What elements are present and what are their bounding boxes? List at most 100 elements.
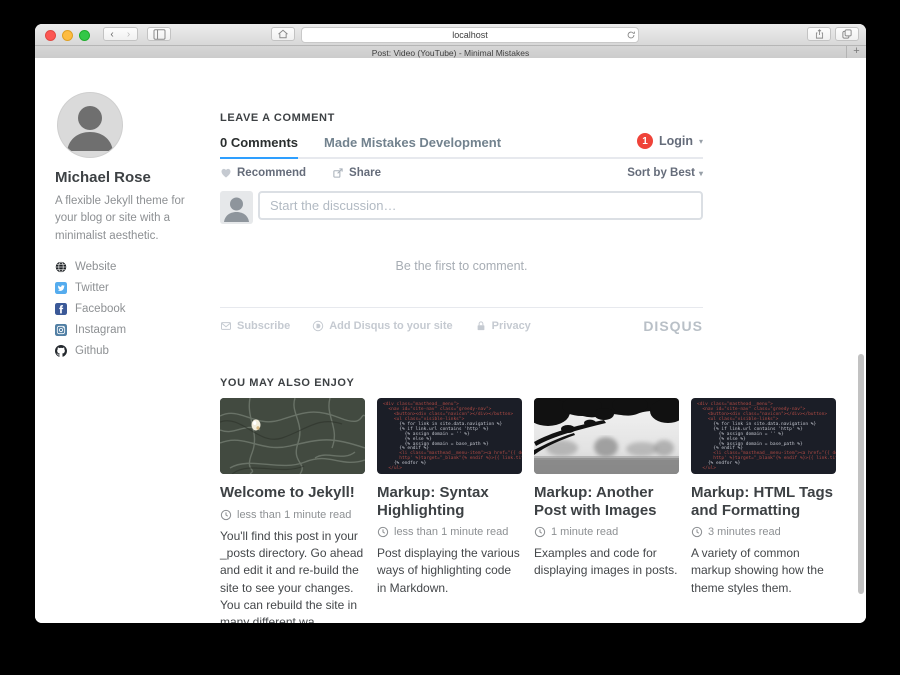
chevron-down-icon: ▾ — [699, 169, 703, 178]
main-column: LEAVE A COMMENT 0 Comments Made Mistakes… — [220, 103, 838, 332]
subscribe-label: Subscribe — [237, 320, 290, 332]
clock-icon — [377, 526, 389, 538]
sidebar-link-label: Website — [75, 261, 116, 273]
page-content: Michael Rose A flexible Jekyll theme for… — [35, 58, 866, 623]
notification-badge: 1 — [637, 133, 653, 149]
active-tab-title[interactable]: Post: Video (YouTube) - Minimal Mistakes — [372, 48, 529, 58]
share-arrow-icon — [332, 167, 344, 179]
url-text[interactable]: localhost — [316, 30, 624, 40]
sidebar-link-facebook[interactable]: Facebook — [55, 303, 207, 315]
sidebar-link-website[interactable]: Website — [55, 261, 207, 273]
back-button[interactable]: ‹ — [103, 27, 121, 41]
post-title[interactable]: Markup: Syntax Highlighting — [377, 484, 522, 519]
post-thumbnail-cells[interactable] — [220, 398, 365, 474]
forward-button[interactable]: › — [120, 27, 138, 41]
author-avatar — [58, 93, 122, 157]
share-comments-button[interactable]: Share — [332, 167, 381, 179]
sidebar-link-label: Twitter — [75, 282, 109, 294]
read-time: less than 1 minute read — [237, 509, 351, 521]
github-icon — [55, 345, 67, 357]
read-time: less than 1 minute read — [394, 526, 508, 538]
envelope-icon — [220, 320, 232, 332]
post-excerpt: Examples and code for displaying images … — [534, 545, 679, 580]
disqus-logo[interactable]: DISQUS — [643, 318, 703, 334]
disqus-tab-row: 0 Comments Made Mistakes Development 1 L… — [220, 135, 703, 159]
post-title[interactable]: Markup: HTML Tags and Formatting — [691, 484, 836, 519]
sidebar-link-label: Instagram — [75, 324, 126, 336]
post-meta: less than 1 minute read — [377, 526, 522, 538]
privacy-label: Privacy — [492, 320, 531, 332]
tab-overview-button[interactable] — [835, 27, 859, 41]
sidebar-link-label: Facebook — [75, 303, 126, 315]
minimize-window-button[interactable] — [62, 30, 73, 41]
facebook-icon — [55, 303, 67, 315]
login-label: Login — [659, 134, 693, 148]
add-disqus-label: Add Disqus to your site — [329, 320, 452, 332]
post-title[interactable]: Welcome to Jekyll! — [220, 484, 365, 501]
home-button[interactable] — [271, 27, 295, 41]
browser-window: ‹ › localhost Post: — [35, 24, 866, 623]
share-icon — [814, 28, 825, 40]
related-heading: YOU MAY ALSO ENJOY — [220, 377, 838, 389]
disqus-mark-icon — [312, 320, 324, 332]
share-button[interactable] — [807, 27, 831, 41]
desktop: ‹ › localhost Post: — [0, 0, 900, 675]
vertical-scrollbar[interactable] — [858, 354, 864, 594]
login-control[interactable]: 1 Login ▾ — [637, 133, 703, 149]
disqus-embed: 0 Comments Made Mistakes Development 1 L… — [220, 135, 703, 332]
clock-icon — [691, 526, 703, 538]
channel-tab[interactable]: Made Mistakes Development — [324, 135, 501, 159]
read-time: 3 minutes read — [708, 526, 781, 538]
post-thumbnail-code[interactable]: <div class="masthead__menu"> <nav id="si… — [377, 398, 522, 474]
sidebar-link-github[interactable]: Github — [55, 345, 207, 357]
post-excerpt: A variety of common markup showing how t… — [691, 545, 836, 597]
post-excerpt: You'll find this post in your _posts dir… — [220, 528, 365, 624]
clock-icon — [534, 526, 546, 538]
post-meta: 1 minute read — [534, 526, 679, 538]
related-card: <div class="masthead__menu"> <nav id="si… — [377, 398, 522, 623]
sort-selector[interactable]: Sort by Best ▾ — [627, 167, 703, 179]
green-cells-image — [220, 398, 365, 474]
post-thumbnail-code[interactable]: <div class="masthead__menu"> <nav id="si… — [691, 398, 836, 474]
related-grid: Welcome to Jekyll! less than 1 minute re… — [220, 398, 838, 623]
author-name: Michael Rose — [55, 169, 207, 186]
privacy-link[interactable]: Privacy — [475, 320, 531, 332]
globe-icon — [55, 261, 67, 273]
share-label: Share — [349, 167, 381, 179]
read-time: 1 minute read — [551, 526, 618, 538]
recommend-label: Recommend — [237, 167, 306, 179]
sidebar-icon — [153, 29, 166, 40]
sidebar-toggle-button[interactable] — [147, 27, 171, 41]
comment-input[interactable] — [258, 191, 703, 220]
related-posts: YOU MAY ALSO ENJOY — [220, 368, 838, 623]
reload-button[interactable] — [624, 30, 638, 40]
comments-count-tab[interactable]: 0 Comments — [220, 135, 298, 159]
address-bar[interactable]: localhost — [301, 27, 639, 43]
post-meta: less than 1 minute read — [220, 509, 365, 521]
sidebar-link-twitter[interactable]: Twitter — [55, 282, 207, 294]
sidebar-link-label: Github — [75, 345, 109, 357]
sort-label: Sort by Best — [627, 167, 695, 179]
disqus-actions-row: Recommend Share Sort by Best ▾ — [220, 159, 703, 188]
subscribe-link[interactable]: Subscribe — [220, 320, 290, 332]
disqus-footer: Subscribe Add Disqus to your site Privac… — [220, 308, 703, 332]
zoom-window-button[interactable] — [79, 30, 90, 41]
post-excerpt: Post displaying the various ways of high… — [377, 545, 522, 597]
heart-icon — [220, 167, 232, 179]
clock-icon — [220, 509, 232, 521]
recommend-button[interactable]: Recommend — [220, 167, 306, 179]
sidebar-link-instagram[interactable]: Instagram — [55, 324, 207, 336]
browser-titlebar: ‹ › localhost — [35, 24, 866, 46]
post-title[interactable]: Markup: Another Post with Images — [534, 484, 679, 519]
new-tab-button[interactable]: + — [846, 46, 866, 58]
chevron-down-icon: ▾ — [699, 137, 703, 146]
related-card: Welcome to Jekyll! less than 1 minute re… — [220, 398, 365, 623]
post-thumbnail-fog[interactable] — [534, 398, 679, 474]
add-disqus-link[interactable]: Add Disqus to your site — [312, 320, 452, 332]
instagram-icon — [55, 324, 67, 336]
person-silhouette-icon — [220, 191, 253, 224]
home-icon — [277, 28, 289, 40]
close-window-button[interactable] — [45, 30, 56, 41]
window-controls — [45, 30, 90, 41]
comment-form — [220, 191, 703, 224]
